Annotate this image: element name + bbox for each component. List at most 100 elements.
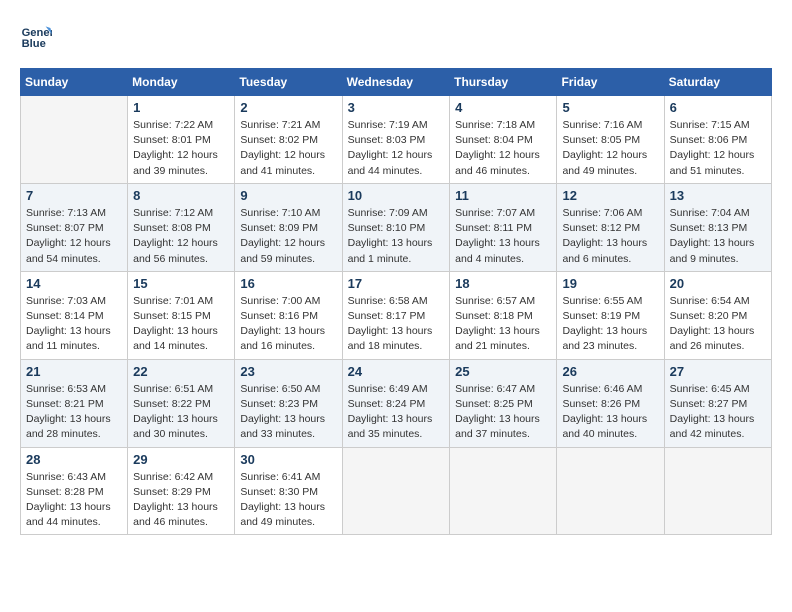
- week-row-2: 7 Sunrise: 7:13 AM Sunset: 8:07 PM Daylig…: [21, 183, 772, 271]
- calendar-cell: 13 Sunrise: 7:04 AM Sunset: 8:13 PM Dayli…: [664, 183, 771, 271]
- weekday-header-wednesday: Wednesday: [342, 69, 450, 96]
- day-number: 1: [133, 100, 229, 115]
- calendar-cell: [21, 96, 128, 184]
- calendar-cell: 22 Sunrise: 6:51 AM Sunset: 8:22 PM Dayli…: [128, 359, 235, 447]
- calendar-cell: [557, 447, 664, 535]
- calendar-cell: 11Sunrise: 7:07 AM Sunset: 8:11 PM Dayli…: [450, 183, 557, 271]
- calendar-cell: 19 Sunrise: 6:55 AM Sunset: 8:19 PM Dayli…: [557, 271, 664, 359]
- calendar-cell: 12 Sunrise: 7:06 AM Sunset: 8:12 PM Dayli…: [557, 183, 664, 271]
- day-info: Sunrise: 7:01 AM Sunset: 8:15 PM Dayligh…: [133, 294, 229, 355]
- weekday-header-sunday: Sunday: [21, 69, 128, 96]
- day-number: 2: [240, 100, 336, 115]
- day-number: 21: [26, 364, 122, 379]
- day-info: Sunrise: 7:09 AM Sunset: 8:10 PM Dayligh…: [348, 206, 445, 267]
- calendar-cell: 1 Sunrise: 7:22 AM Sunset: 8:01 PM Daylig…: [128, 96, 235, 184]
- day-number: 18: [455, 276, 551, 291]
- day-info: Sunrise: 7:18 AM Sunset: 8:04 PM Dayligh…: [455, 118, 551, 179]
- day-info: Sunrise: 7:00 AM Sunset: 8:16 PM Dayligh…: [240, 294, 336, 355]
- day-number: 17: [348, 276, 445, 291]
- day-number: 12: [562, 188, 658, 203]
- weekday-header-friday: Friday: [557, 69, 664, 96]
- day-info: Sunrise: 7:22 AM Sunset: 8:01 PM Dayligh…: [133, 118, 229, 179]
- day-number: 29: [133, 452, 229, 467]
- weekday-header-saturday: Saturday: [664, 69, 771, 96]
- calendar-cell: [664, 447, 771, 535]
- day-info: Sunrise: 7:16 AM Sunset: 8:05 PM Dayligh…: [562, 118, 658, 179]
- day-number: 23: [240, 364, 336, 379]
- calendar-cell: 17 Sunrise: 6:58 AM Sunset: 8:17 PM Dayli…: [342, 271, 450, 359]
- week-row-5: 28 Sunrise: 6:43 AM Sunset: 8:28 PM Dayli…: [21, 447, 772, 535]
- day-number: 6: [670, 100, 766, 115]
- day-info: Sunrise: 7:12 AM Sunset: 8:08 PM Dayligh…: [133, 206, 229, 267]
- day-number: 30: [240, 452, 336, 467]
- calendar-cell: [450, 447, 557, 535]
- weekday-header-thursday: Thursday: [450, 69, 557, 96]
- calendar-cell: 9Sunrise: 7:10 AM Sunset: 8:09 PM Daylig…: [235, 183, 342, 271]
- calendar-cell: 20 Sunrise: 6:54 AM Sunset: 8:20 PM Dayli…: [664, 271, 771, 359]
- day-number: 16: [240, 276, 336, 291]
- day-number: 26: [562, 364, 658, 379]
- day-number: 28: [26, 452, 122, 467]
- day-info: Sunrise: 7:07 AM Sunset: 8:11 PM Dayligh…: [455, 206, 551, 267]
- day-number: 20: [670, 276, 766, 291]
- day-number: 19: [562, 276, 658, 291]
- week-row-1: 1 Sunrise: 7:22 AM Sunset: 8:01 PM Daylig…: [21, 96, 772, 184]
- calendar-cell: [342, 447, 450, 535]
- day-info: Sunrise: 6:54 AM Sunset: 8:20 PM Dayligh…: [670, 294, 766, 355]
- day-info: Sunrise: 6:46 AM Sunset: 8:26 PM Dayligh…: [562, 382, 658, 443]
- day-number: 5: [562, 100, 658, 115]
- calendar-cell: 26 Sunrise: 6:46 AM Sunset: 8:26 PM Dayli…: [557, 359, 664, 447]
- day-number: 14: [26, 276, 122, 291]
- day-info: Sunrise: 6:42 AM Sunset: 8:29 PM Dayligh…: [133, 470, 229, 531]
- calendar-cell: 6Sunrise: 7:15 AM Sunset: 8:06 PM Daylig…: [664, 96, 771, 184]
- day-info: Sunrise: 6:57 AM Sunset: 8:18 PM Dayligh…: [455, 294, 551, 355]
- calendar-cell: 29 Sunrise: 6:42 AM Sunset: 8:29 PM Dayli…: [128, 447, 235, 535]
- day-number: 7: [26, 188, 122, 203]
- day-info: Sunrise: 6:43 AM Sunset: 8:28 PM Dayligh…: [26, 470, 122, 531]
- day-info: Sunrise: 6:49 AM Sunset: 8:24 PM Dayligh…: [348, 382, 445, 443]
- calendar-cell: 10 Sunrise: 7:09 AM Sunset: 8:10 PM Dayli…: [342, 183, 450, 271]
- day-number: 3: [348, 100, 445, 115]
- week-row-3: 14Sunrise: 7:03 AM Sunset: 8:14 PM Dayli…: [21, 271, 772, 359]
- day-info: Sunrise: 6:58 AM Sunset: 8:17 PM Dayligh…: [348, 294, 445, 355]
- calendar-cell: 23Sunrise: 6:50 AM Sunset: 8:23 PM Dayli…: [235, 359, 342, 447]
- day-number: 10: [348, 188, 445, 203]
- day-info: Sunrise: 7:10 AM Sunset: 8:09 PM Dayligh…: [240, 206, 336, 267]
- day-number: 13: [670, 188, 766, 203]
- calendar-cell: 18 Sunrise: 6:57 AM Sunset: 8:18 PM Dayli…: [450, 271, 557, 359]
- svg-text:General: General: [22, 27, 52, 39]
- calendar-cell: 30 Sunrise: 6:41 AM Sunset: 8:30 PM Dayli…: [235, 447, 342, 535]
- day-info: Sunrise: 7:13 AM Sunset: 8:07 PM Dayligh…: [26, 206, 122, 267]
- calendar-cell: 2 Sunrise: 7:21 AM Sunset: 8:02 PM Daylig…: [235, 96, 342, 184]
- calendar-cell: 3 Sunrise: 7:19 AM Sunset: 8:03 PM Daylig…: [342, 96, 450, 184]
- calendar-table: SundayMondayTuesdayWednesdayThursdayFrid…: [20, 68, 772, 535]
- calendar-cell: 7 Sunrise: 7:13 AM Sunset: 8:07 PM Daylig…: [21, 183, 128, 271]
- calendar-cell: 8 Sunrise: 7:12 AM Sunset: 8:08 PM Daylig…: [128, 183, 235, 271]
- day-number: 24: [348, 364, 445, 379]
- page-header: General Blue: [20, 20, 772, 52]
- calendar-cell: 5 Sunrise: 7:16 AM Sunset: 8:05 PM Daylig…: [557, 96, 664, 184]
- weekday-header-tuesday: Tuesday: [235, 69, 342, 96]
- calendar-cell: 16 Sunrise: 7:00 AM Sunset: 8:16 PM Dayli…: [235, 271, 342, 359]
- day-info: Sunrise: 6:51 AM Sunset: 8:22 PM Dayligh…: [133, 382, 229, 443]
- logo-icon: General Blue: [20, 20, 52, 52]
- svg-text:Blue: Blue: [22, 38, 46, 50]
- day-info: Sunrise: 7:21 AM Sunset: 8:02 PM Dayligh…: [240, 118, 336, 179]
- day-info: Sunrise: 7:06 AM Sunset: 8:12 PM Dayligh…: [562, 206, 658, 267]
- day-info: Sunrise: 6:41 AM Sunset: 8:30 PM Dayligh…: [240, 470, 336, 531]
- calendar-cell: 27 Sunrise: 6:45 AM Sunset: 8:27 PM Dayli…: [664, 359, 771, 447]
- weekday-header-row: SundayMondayTuesdayWednesdayThursdayFrid…: [21, 69, 772, 96]
- calendar-cell: 25Sunrise: 6:47 AM Sunset: 8:25 PM Dayli…: [450, 359, 557, 447]
- day-number: 8: [133, 188, 229, 203]
- day-info: Sunrise: 6:55 AM Sunset: 8:19 PM Dayligh…: [562, 294, 658, 355]
- day-info: Sunrise: 7:04 AM Sunset: 8:13 PM Dayligh…: [670, 206, 766, 267]
- day-number: 22: [133, 364, 229, 379]
- day-info: Sunrise: 7:19 AM Sunset: 8:03 PM Dayligh…: [348, 118, 445, 179]
- day-number: 27: [670, 364, 766, 379]
- calendar-cell: 14Sunrise: 7:03 AM Sunset: 8:14 PM Dayli…: [21, 271, 128, 359]
- logo: General Blue: [20, 20, 56, 52]
- day-number: 25: [455, 364, 551, 379]
- calendar-cell: 21Sunrise: 6:53 AM Sunset: 8:21 PM Dayli…: [21, 359, 128, 447]
- day-info: Sunrise: 6:45 AM Sunset: 8:27 PM Dayligh…: [670, 382, 766, 443]
- calendar-cell: 4Sunrise: 7:18 AM Sunset: 8:04 PM Daylig…: [450, 96, 557, 184]
